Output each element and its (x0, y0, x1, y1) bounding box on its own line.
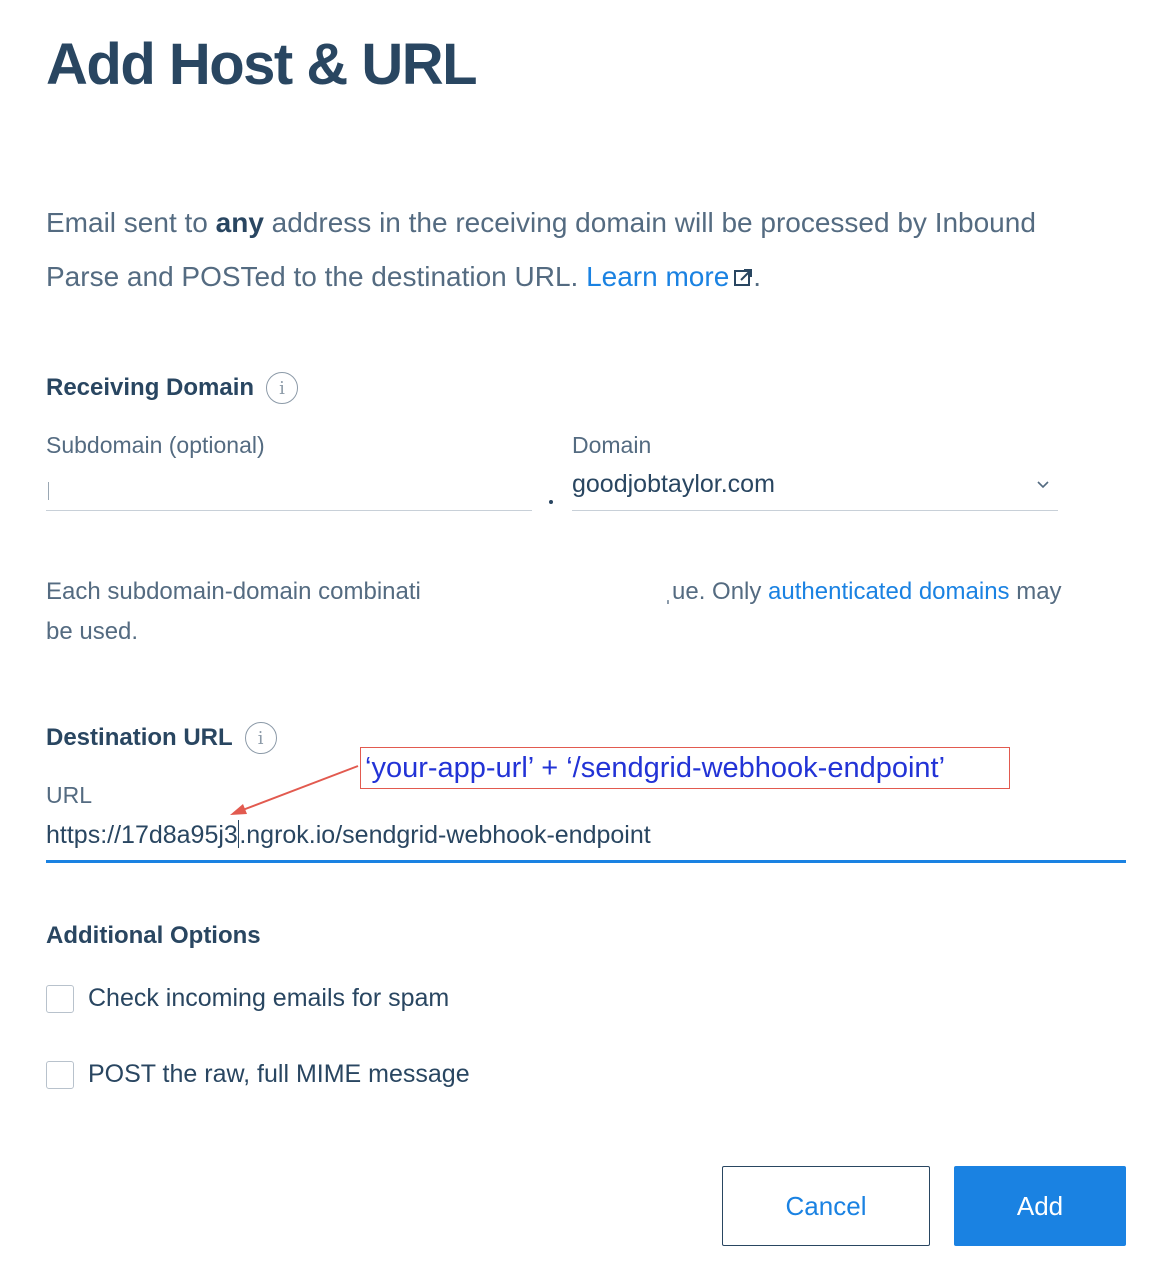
info-icon[interactable]: i (244, 722, 277, 754)
spam-check-checkbox[interactable] (46, 984, 74, 1013)
cancel-button[interactable]: Cancel (722, 1166, 930, 1246)
destination-url-heading: Destination URL i (46, 722, 277, 754)
intro-bold-any: any (215, 207, 264, 238)
spam-check-option[interactable]: Check incoming emails for spam (46, 984, 449, 1013)
url-value-start: https://17d8a95j3 (46, 821, 238, 849)
annotation-callout: ‘your-app-url’ + ‘/sendgrid-webhook-endp… (360, 747, 1010, 789)
subdomain-input[interactable] (46, 466, 532, 511)
external-link-icon (734, 269, 753, 286)
learn-more-label: Learn more (586, 261, 730, 292)
authenticated-domains-link[interactable]: authenticated domains (768, 578, 1010, 605)
add-host-url-page: Add Host & URL Email sent to any address… (0, 0, 1156, 1280)
domain-label: Domain (572, 432, 652, 458)
domain-help-tail: ˌue. Only authenticated domains may (664, 572, 1062, 612)
intro-text: Email sent to any address in the receivi… (46, 196, 1046, 304)
domain-select[interactable]: goodjobtaylor.com (572, 462, 1058, 511)
domain-help-tail-start: ˌue. Only (664, 578, 769, 605)
url-value-end: .ngrok.io/sendgrid-webhook-endpoint (239, 821, 651, 849)
learn-more-link[interactable]: Learn more (586, 261, 753, 292)
chevron-down-icon (1037, 481, 1049, 489)
domain-help-line2: be used. (46, 618, 139, 645)
url-value: https://17d8a95j3.ngrok.io/sendgrid-webh… (46, 820, 651, 850)
add-button[interactable]: Add (954, 1166, 1126, 1246)
subdomain-label: Subdomain (optional) (46, 432, 265, 458)
raw-mime-checkbox[interactable] (46, 1060, 74, 1089)
info-icon[interactable]: i (266, 372, 299, 404)
domain-help-start: Each subdomain-domain combinati (46, 578, 421, 605)
destination-url-label: Destination URL (46, 724, 233, 751)
subdomain-domain-separator (549, 500, 553, 504)
receiving-domain-label: Receiving Domain (46, 374, 255, 401)
page-title: Add Host & URL (46, 32, 478, 97)
domain-selected-value: goodjobtaylor.com (572, 470, 775, 498)
redacted-region (483, 572, 663, 612)
subdomain-caret (48, 482, 49, 500)
spam-check-label: Check incoming emails for spam (88, 984, 450, 1012)
additional-options-heading: Additional Options (46, 922, 261, 949)
intro-text-end: . (753, 261, 762, 292)
raw-mime-option[interactable]: POST the raw, full MIME message (46, 1060, 470, 1089)
receiving-domain-heading: Receiving Domain i (46, 372, 299, 404)
url-input[interactable]: https://17d8a95j3.ngrok.io/sendgrid-webh… (46, 812, 1126, 863)
domain-help-tail-end: may (1009, 578, 1062, 605)
intro-text-start: Email sent to (46, 207, 216, 238)
raw-mime-label: POST the raw, full MIME message (88, 1060, 470, 1088)
url-label: URL (46, 782, 93, 808)
